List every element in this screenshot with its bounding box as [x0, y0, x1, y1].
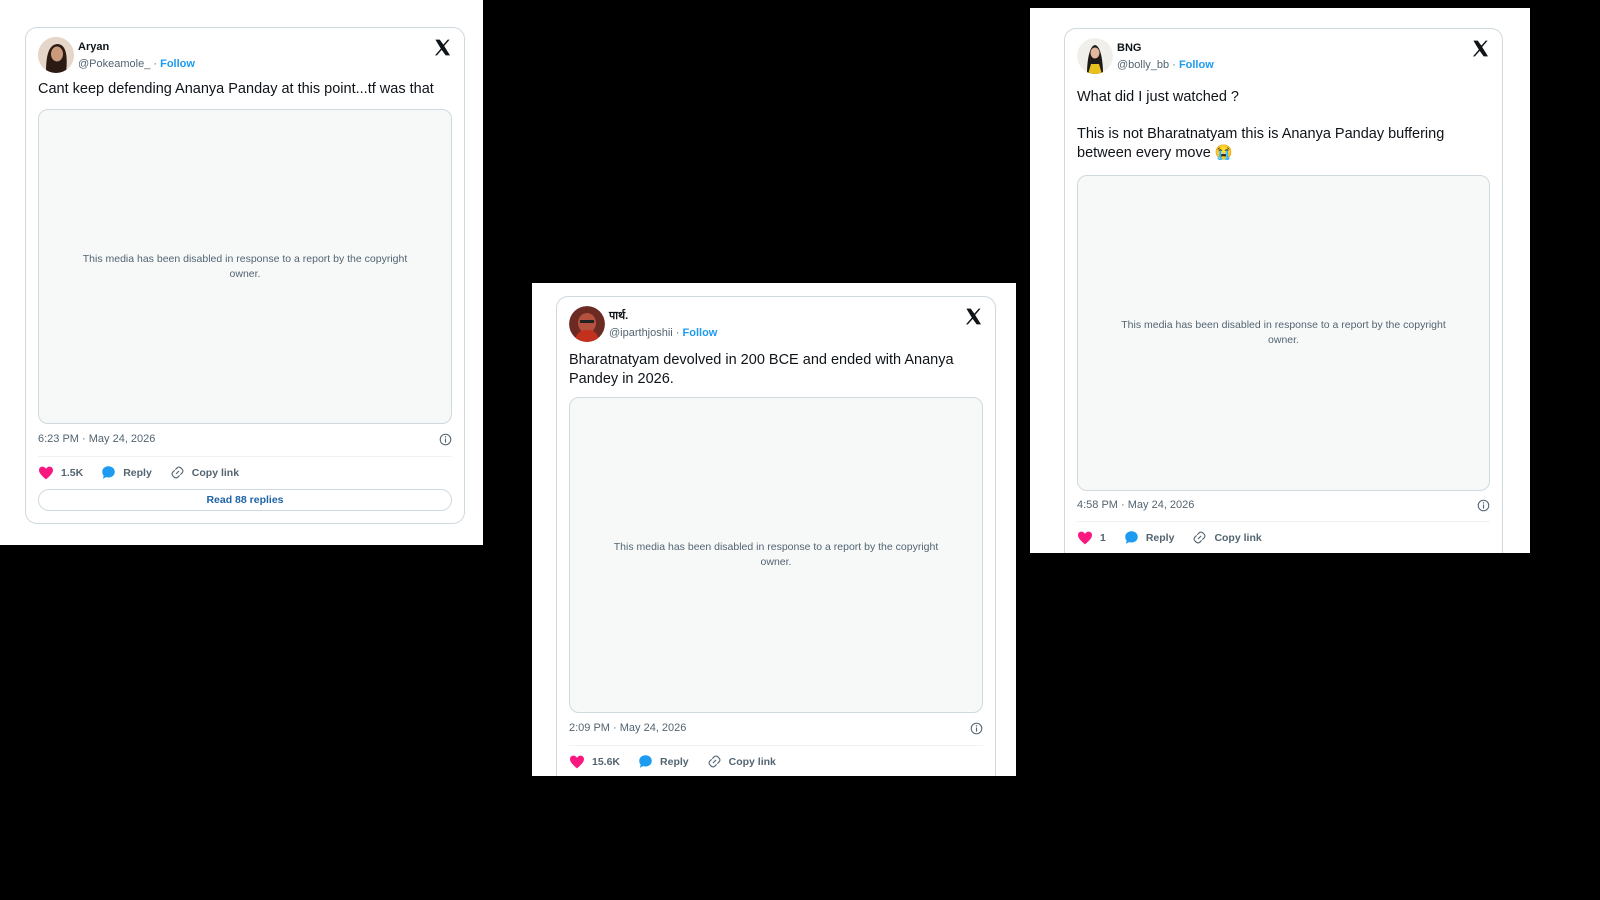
tweet-timestamp[interactable]: 4:58 PM · May 24, 2026 — [1077, 499, 1194, 511]
tweet-header: Aryan @Pokeamole_ · Follow — [38, 37, 195, 73]
like-button[interactable]: 1 — [1077, 531, 1106, 545]
tweet-text-line: What did I just watched ? — [1077, 89, 1239, 105]
tweet-text-line: This is not Bharatnatyam this is Ananya … — [1077, 126, 1445, 161]
heart-icon — [39, 466, 53, 479]
tweet-text-line: Cant keep defending Ananya Panday at thi… — [38, 81, 434, 97]
tweet-text-line: Bharatnatyam devolved in 200 BCE and end… — [569, 352, 954, 387]
follow-button[interactable]: Follow — [683, 327, 718, 339]
tweet-timestamp[interactable]: 2:09 PM · May 24, 2026 — [569, 722, 686, 734]
author-name[interactable]: Aryan — [78, 39, 195, 55]
tweet-actions: 15.6K Reply Copy link — [569, 754, 794, 769]
copy-link-button[interactable]: Copy link — [1192, 530, 1262, 545]
author-handle[interactable]: @iparthjoshii — [609, 327, 673, 339]
author-handle[interactable]: @Pokeamole_ — [78, 58, 150, 70]
follow-button[interactable]: Follow — [1179, 59, 1214, 71]
like-count: 1 — [1100, 531, 1106, 544]
divider — [38, 456, 452, 457]
tweet-timestamp[interactable]: 6:23 PM · May 24, 2026 — [38, 433, 155, 445]
avatar[interactable] — [1077, 38, 1113, 74]
heart-icon — [570, 755, 584, 768]
screenshot-panel-3: BNG @bolly_bb · Follow What did I just w… — [1030, 8, 1530, 553]
disabled-media-placeholder: This media has been disabled in response… — [569, 397, 983, 713]
link-icon — [708, 755, 721, 768]
reply-label: Reply — [1145, 531, 1175, 544]
reply-bubble-icon — [102, 466, 115, 479]
heart-icon — [1078, 531, 1092, 544]
reply-bubble-icon — [639, 755, 652, 768]
info-icon[interactable] — [439, 433, 452, 446]
avatar[interactable] — [38, 37, 74, 73]
copy-link-button[interactable]: Copy link — [707, 754, 776, 769]
screenshot-panel-1: Aryan @Pokeamole_ · Follow Cant keep def… — [0, 0, 483, 545]
copy-link-label: Copy link — [191, 466, 240, 479]
x-logo-icon[interactable] — [964, 307, 983, 326]
like-button[interactable]: 15.6K — [569, 755, 620, 769]
copy-link-button[interactable]: Copy link — [170, 465, 239, 480]
info-icon[interactable] — [1477, 499, 1490, 512]
divider — [1077, 521, 1490, 522]
reply-label: Reply — [660, 755, 689, 768]
disabled-media-placeholder: This media has been disabled in response… — [38, 109, 452, 424]
media-disabled-notice: This media has been disabled in response… — [1121, 319, 1446, 346]
read-replies-button[interactable]: Read 88 replies — [38, 489, 452, 511]
copy-link-label: Copy link — [1214, 531, 1262, 544]
screenshot-panel-2: पार्थ. @iparthjoshii · Follow Bharatnaty… — [532, 283, 1016, 776]
reply-label: Reply — [123, 466, 152, 479]
author-name[interactable]: BNG — [1117, 40, 1214, 56]
x-logo-icon[interactable] — [433, 38, 452, 57]
like-count: 15.6K — [592, 755, 621, 768]
x-logo-icon[interactable] — [1471, 39, 1490, 58]
link-icon — [171, 466, 184, 479]
tweet-header: पार्थ. @iparthjoshii · Follow — [569, 306, 717, 342]
like-count: 1.5K — [61, 466, 84, 479]
tweet-header: BNG @bolly_bb · Follow — [1077, 38, 1214, 74]
tweet-card: Aryan @Pokeamole_ · Follow Cant keep def… — [25, 27, 465, 524]
author-name[interactable]: पार्थ. — [609, 308, 717, 324]
tweet-card: BNG @bolly_bb · Follow What did I just w… — [1064, 28, 1503, 553]
tweet-actions: 1.5K Reply Copy link — [38, 465, 257, 480]
tweet-card: पार्थ. @iparthjoshii · Follow Bharatnaty… — [556, 296, 996, 776]
reply-button[interactable]: Reply — [101, 465, 152, 480]
copy-link-label: Copy link — [728, 755, 776, 768]
divider — [569, 745, 983, 746]
media-disabled-notice: This media has been disabled in response… — [613, 541, 939, 568]
like-button[interactable]: 1.5K — [38, 466, 83, 480]
reply-bubble-icon — [1125, 531, 1138, 544]
author-handle[interactable]: @bolly_bb — [1117, 59, 1169, 71]
follow-button[interactable]: Follow — [160, 58, 195, 70]
tweet-actions: 1 Reply Copy link — [1077, 530, 1280, 545]
tweet-text: What did I just watched ? This is not Bh… — [1077, 88, 1490, 163]
info-icon[interactable] — [970, 722, 983, 735]
media-disabled-notice: This media has been disabled in response… — [82, 252, 408, 280]
reply-button[interactable]: Reply — [638, 754, 689, 769]
tweet-text: Cant keep defending Ananya Panday at thi… — [38, 80, 452, 99]
disabled-media-placeholder: This media has been disabled in response… — [1077, 175, 1490, 491]
reply-button[interactable]: Reply — [1124, 530, 1175, 545]
avatar[interactable] — [569, 306, 605, 342]
tweet-text: Bharatnatyam devolved in 200 BCE and end… — [569, 351, 983, 389]
link-icon — [1193, 531, 1206, 544]
